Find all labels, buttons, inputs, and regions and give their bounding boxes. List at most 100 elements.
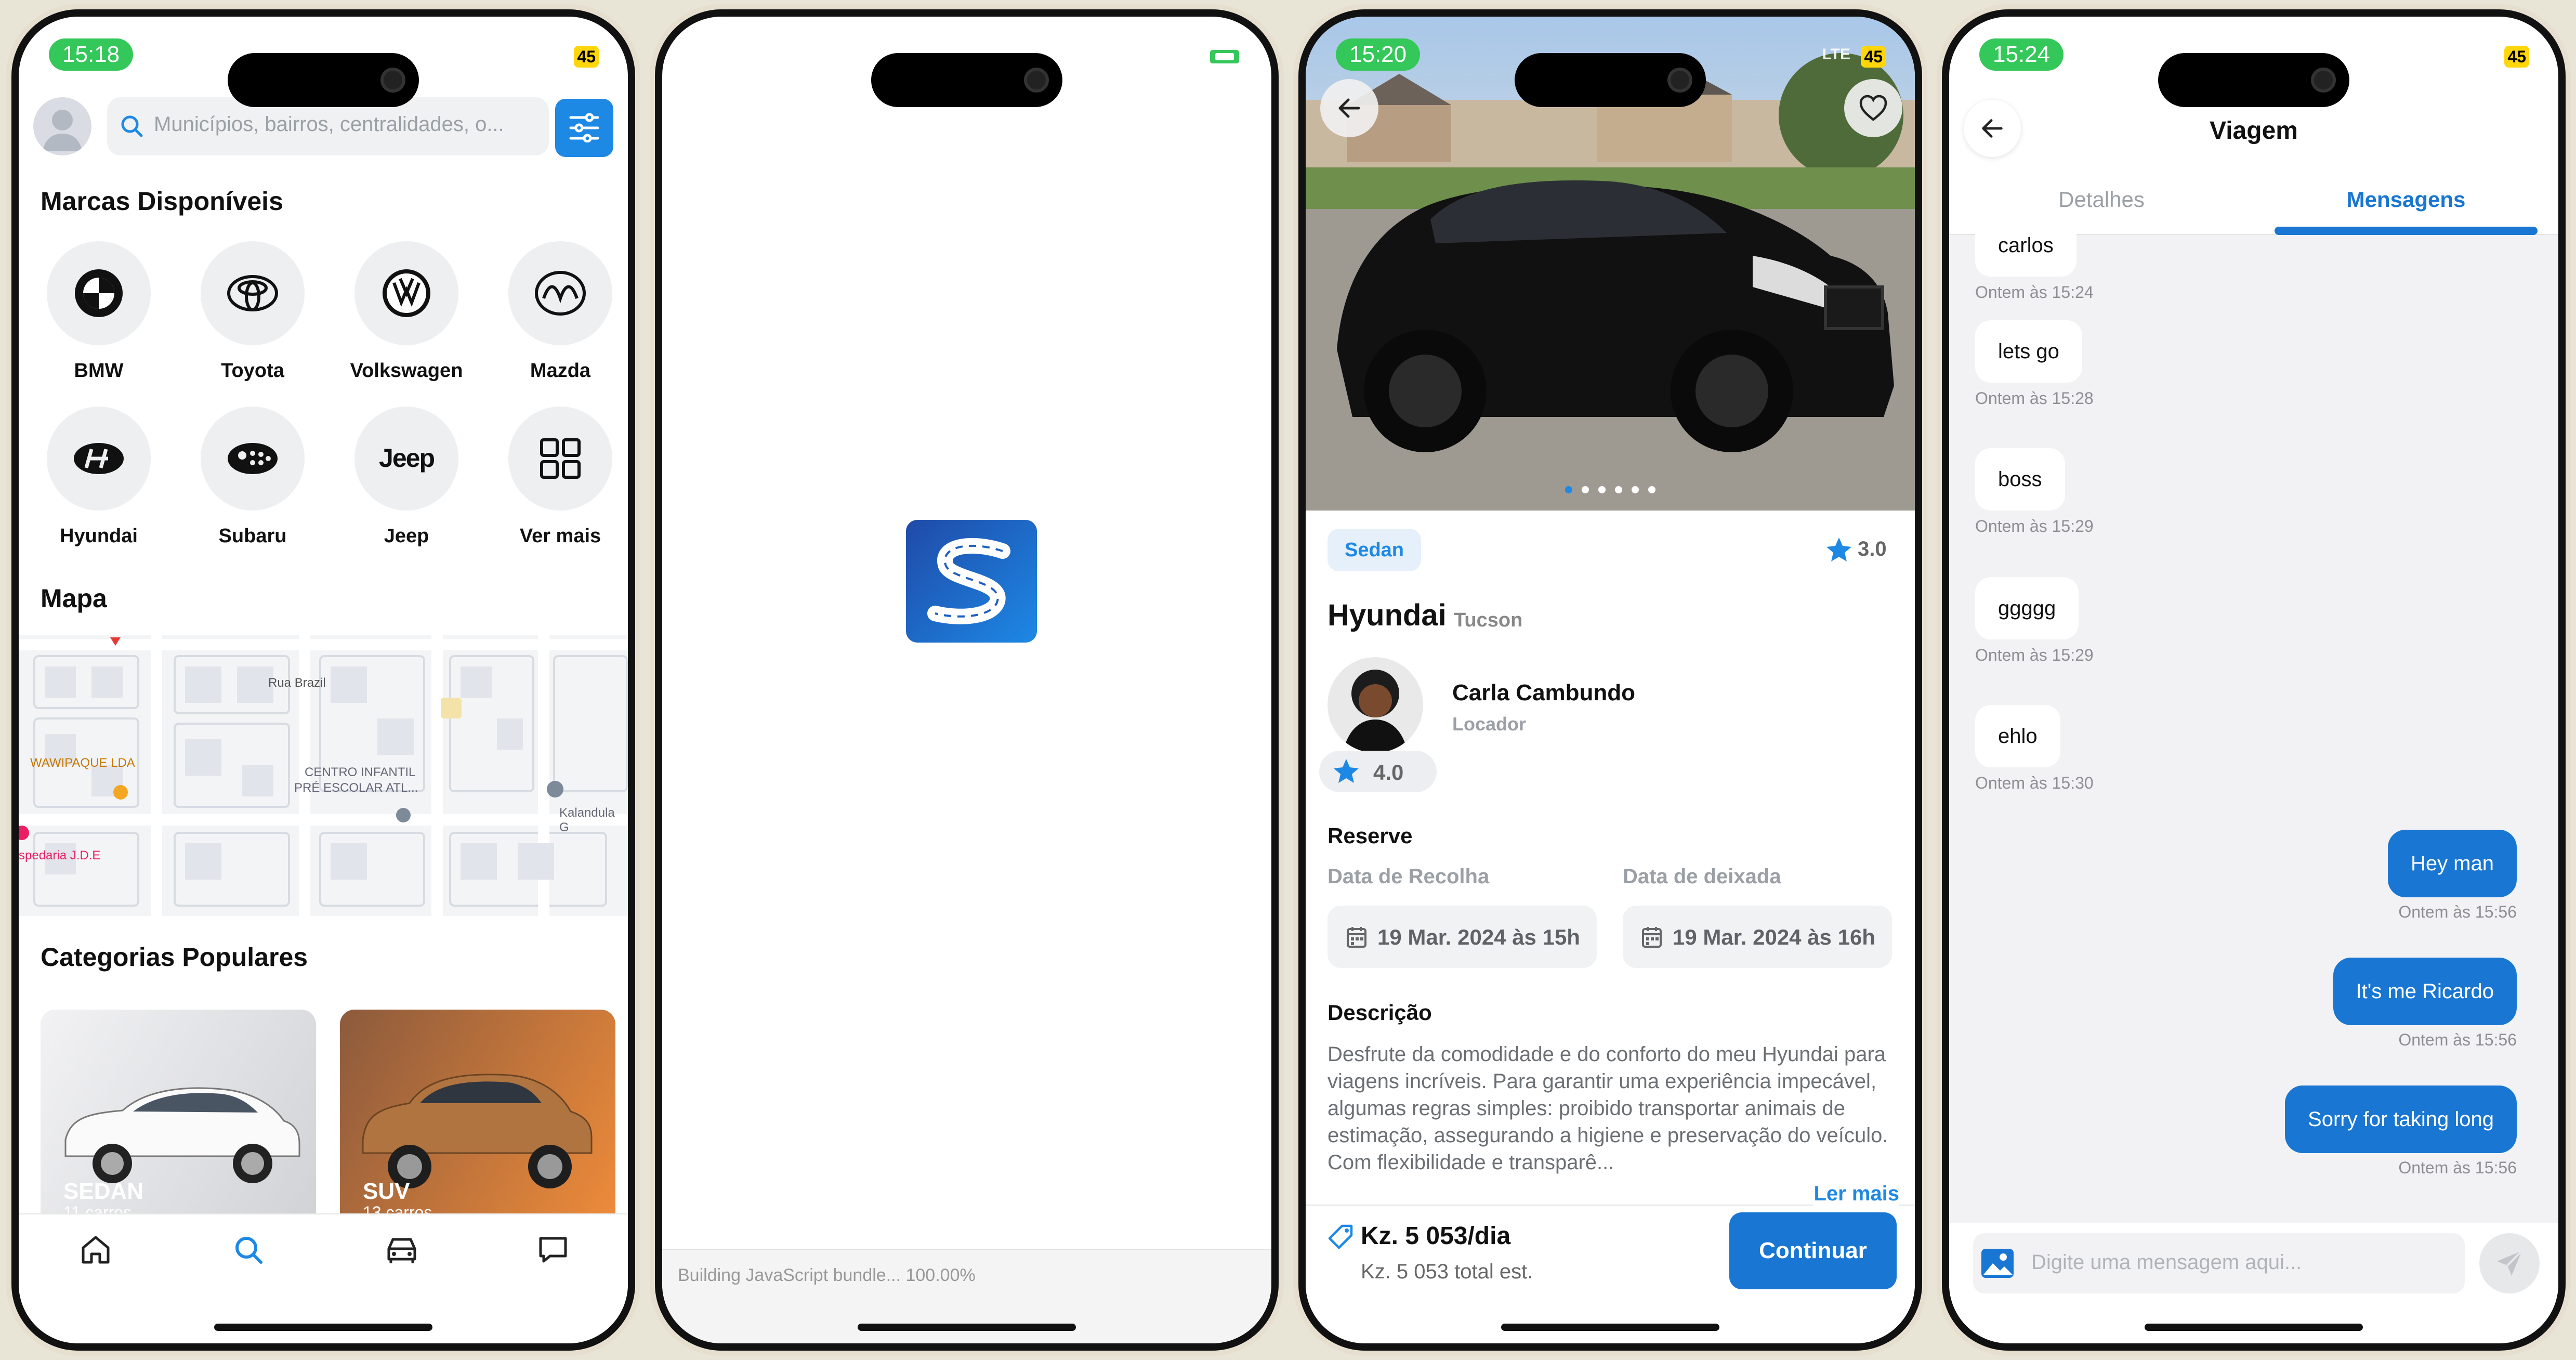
continue-button[interactable]: Continuar — [1729, 1212, 1897, 1289]
brand-label: Volkswagen — [350, 360, 463, 382]
avatar[interactable] — [33, 97, 91, 155]
message-timestamp: Ontem às 15:29 — [1975, 646, 2094, 664]
car-rating: 3.0 — [1858, 538, 1887, 560]
price-total: Kz. 5 053 total est. — [1361, 1260, 1533, 1283]
bundle-status-bar: Building JavaScript bundle... 100.00% — [662, 1249, 1271, 1343]
message-list[interactable]: carlos Ontem às 15:24 lets go Ontem às 1… — [1949, 214, 2558, 1223]
heart-icon — [1859, 95, 1887, 121]
network-indicator: LTE — [1822, 46, 1850, 63]
message-bubble-sent: It's me Ricardo — [2333, 958, 2517, 1025]
brand-subaru[interactable] — [201, 407, 305, 511]
active-tab-indicator — [2275, 227, 2538, 235]
tab-details[interactable]: Detalhes — [1949, 187, 2254, 212]
brand-label: Ver mais — [519, 525, 601, 547]
jeep-logo-icon: Jeep — [379, 443, 435, 473]
send-button[interactable] — [2479, 1233, 2540, 1293]
pickup-date-field[interactable]: 19 Mar. 2024 às 15h — [1328, 906, 1597, 968]
message-bubble-received: lets go — [1975, 320, 2082, 383]
bmw-logo-icon — [75, 269, 123, 317]
back-button[interactable] — [1320, 79, 1378, 137]
owner-photo — [1343, 670, 1408, 753]
home-indicator — [2145, 1324, 2363, 1331]
brand-label: BMW — [74, 360, 124, 382]
dropoff-date-field[interactable]: 19 Mar. 2024 às 16h — [1623, 906, 1892, 968]
map-label: CENTRO INFANTIL — [305, 765, 416, 779]
sedan-car-image — [64, 1087, 300, 1183]
suv-car-image — [362, 1074, 593, 1188]
sliders-icon — [569, 113, 599, 142]
categories-title: Categorias Populares — [41, 943, 308, 972]
app-logo — [906, 520, 1037, 643]
owner-rating-badge: 4.0 — [1319, 751, 1437, 792]
filter-button[interactable] — [555, 99, 613, 157]
message-bubble-received: boss — [1975, 448, 2065, 511]
map-view[interactable]: Rua Brazil WAWIPAQUE LDA CENTRO INFANTIL… — [19, 635, 628, 916]
phone-car-detail-screen: 15:20 LTE 45 Sedan 3.0 Hyundai Tucson 4.… — [1298, 9, 1922, 1351]
description-title: Descrição — [1328, 1000, 1432, 1025]
battery-indicator: 45 — [2504, 46, 2529, 68]
message-timestamp: Ontem às 15:56 — [2398, 1030, 2517, 1049]
brand-hyundai[interactable] — [47, 407, 151, 511]
category-card-sedan[interactable]: SEDAN 11 carros — [41, 1010, 316, 1249]
map-label: PRÉ ESCOLAR ATL... — [294, 781, 418, 795]
status-time: 15:24 — [1979, 38, 2064, 71]
map-label: Rua Brazil — [268, 676, 326, 690]
see-more-brands-button[interactable] — [508, 407, 612, 511]
dynamic-island — [871, 53, 1062, 107]
brand-bmw[interactable] — [47, 241, 151, 345]
chat-icon[interactable] — [536, 1233, 570, 1266]
dropoff-label: Data de deixada — [1623, 865, 1781, 888]
hyundai-logo-icon — [74, 443, 124, 474]
status-time: 15:18 — [49, 38, 134, 71]
brand-jeep[interactable]: Jeep — [354, 407, 458, 511]
pickup-label: Data de Recolha — [1328, 865, 1490, 888]
message-bubble-sent: Sorry for taking long — [2285, 1086, 2517, 1153]
message-timestamp: Ontem às 15:30 — [1975, 774, 2094, 792]
tab-messages[interactable]: Mensagens — [2254, 187, 2558, 212]
message-timestamp: Ontem às 15:56 — [2398, 903, 2517, 921]
dropoff-date: 19 Mar. 2024 às 16h — [1673, 925, 1875, 949]
message-timestamp: Ontem às 15:28 — [1975, 389, 2094, 408]
message-bubble-sent: Hey man — [2387, 830, 2517, 897]
owner-name: Carla Cambundo — [1452, 680, 1636, 705]
home-indicator — [1501, 1324, 1719, 1331]
price-tag-icon — [1328, 1224, 1353, 1249]
favorite-button[interactable] — [1844, 79, 1902, 137]
page-title: Viagem — [2210, 117, 2298, 145]
dynamic-island — [2158, 53, 2349, 107]
message-timestamp: Ontem às 15:56 — [2398, 1158, 2517, 1177]
brand-volkswagen[interactable] — [354, 241, 458, 345]
car-make: Hyundai — [1328, 598, 1447, 632]
brand-label: Subaru — [218, 525, 287, 547]
recording-indicator-icon — [1210, 50, 1239, 63]
brand-toyota[interactable] — [201, 241, 305, 345]
brand-mazda[interactable] — [508, 241, 612, 345]
subaru-logo-icon — [228, 443, 278, 474]
home-icon[interactable] — [79, 1233, 112, 1266]
read-more-link[interactable]: Ler mais — [1813, 1182, 1899, 1206]
grid-icon — [540, 438, 581, 479]
dynamic-island — [1515, 53, 1706, 107]
star-icon — [1826, 538, 1851, 561]
arrow-left-icon — [1338, 98, 1360, 118]
phone-chat-screen: 15:24 45 Viagem Detalhes Mensagens carlo… — [1942, 9, 2566, 1351]
owner-rating: 4.0 — [1373, 760, 1404, 784]
pickup-date: 19 Mar. 2024 às 15h — [1377, 925, 1580, 949]
search-tab-icon[interactable] — [232, 1233, 265, 1266]
search-icon — [121, 115, 143, 137]
send-icon — [2497, 1250, 2523, 1276]
brands-title: Marcas Disponíveis — [41, 187, 283, 216]
owner-avatar[interactable] — [1328, 657, 1423, 753]
map-title: Mapa — [41, 584, 107, 613]
category-badge: Sedan — [1328, 529, 1421, 571]
brand-label: Jeep — [384, 525, 429, 547]
category-card-suv[interactable]: SUV 13 carros — [340, 1010, 615, 1249]
car-icon[interactable] — [384, 1233, 420, 1266]
category-name: SUV — [363, 1179, 410, 1204]
map-label: WAWIPAQUE LDA — [30, 756, 135, 770]
home-indicator — [858, 1324, 1076, 1331]
star-icon — [1334, 759, 1359, 783]
volkswagen-logo-icon — [383, 269, 430, 317]
message-input[interactable]: Digite uma mensagem aqui... — [1973, 1233, 2465, 1293]
image-attach-icon[interactable] — [1980, 1248, 2015, 1279]
